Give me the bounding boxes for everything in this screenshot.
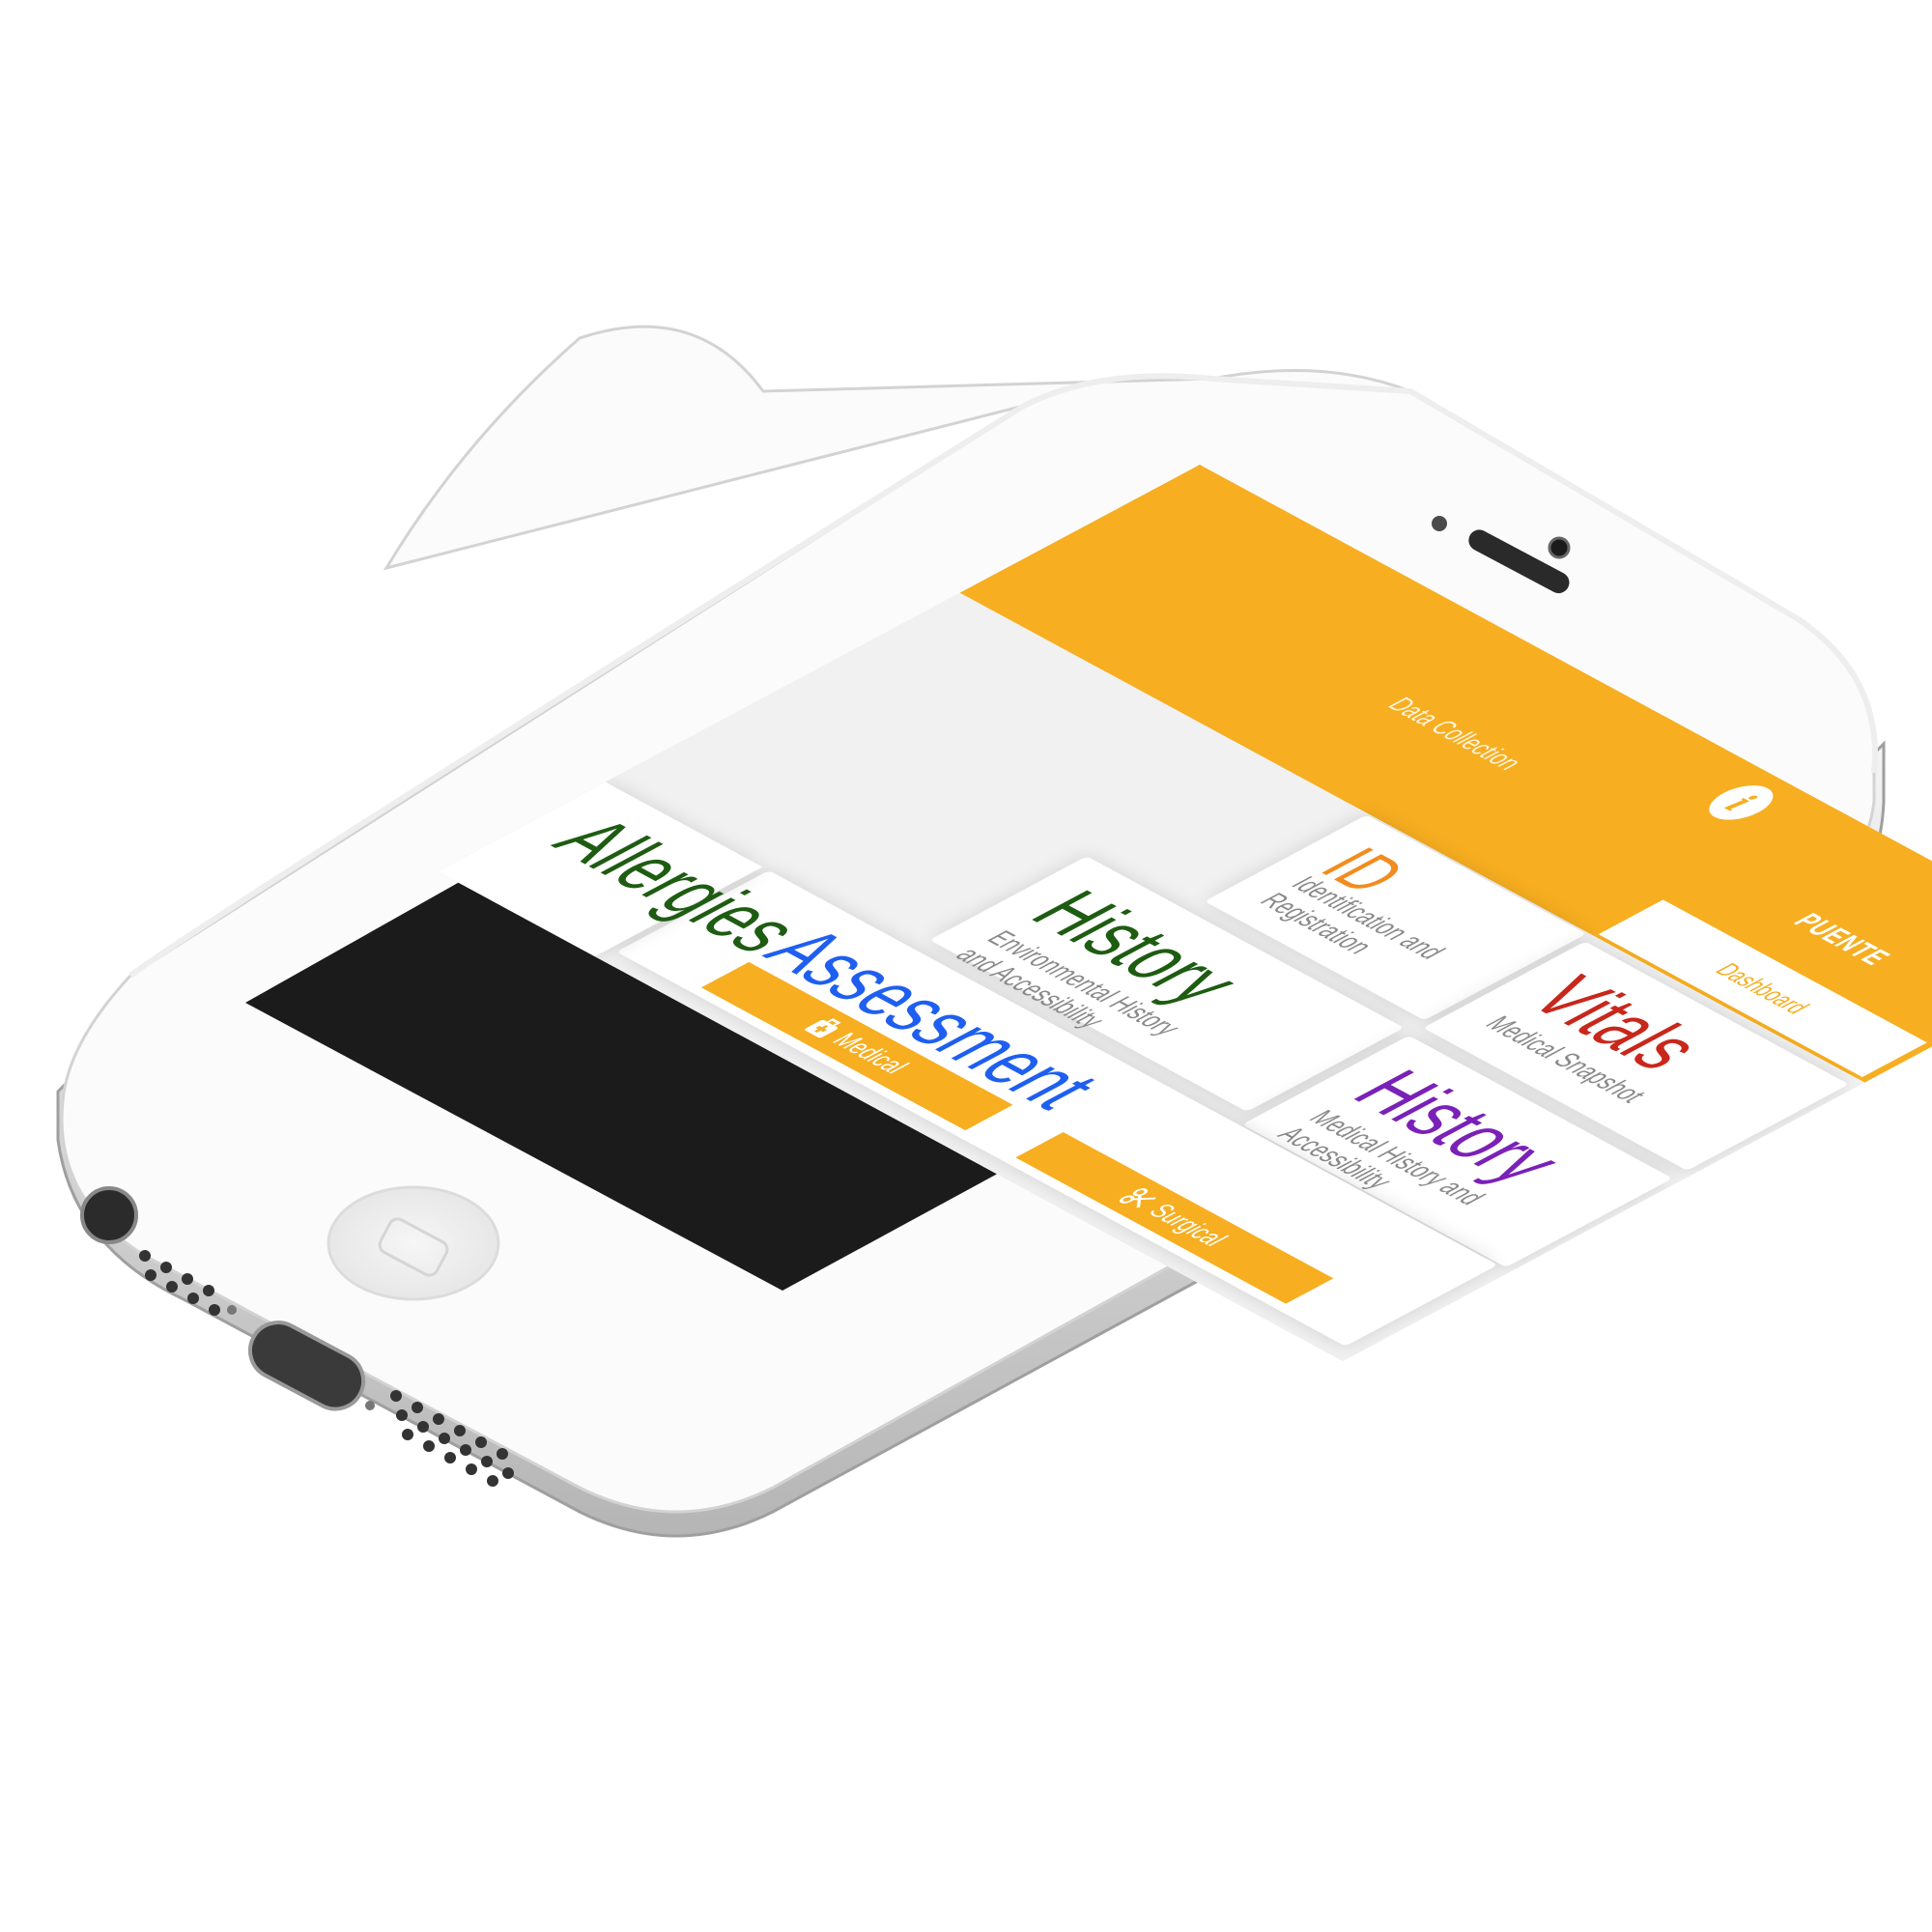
front-camera-dot xyxy=(1432,516,1447,531)
tab-data-collection[interactable]: Data Collection xyxy=(1302,651,1606,815)
info-icon[interactable]: i xyxy=(1696,779,1786,827)
front-camera xyxy=(1548,536,1571,559)
headphone-jack xyxy=(80,1186,138,1244)
surgical-button-label: Surgical xyxy=(1141,1199,1236,1250)
home-button xyxy=(327,1185,500,1301)
